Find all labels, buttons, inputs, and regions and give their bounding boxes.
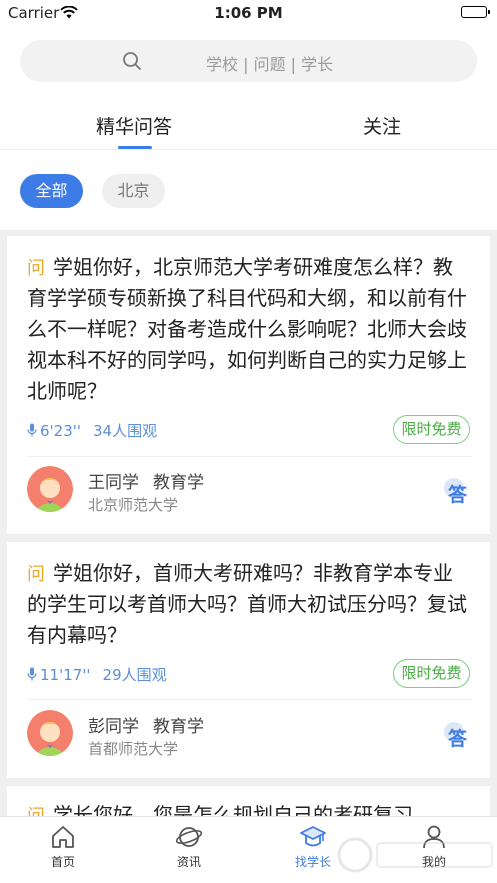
- microphone-icon: [27, 423, 37, 437]
- tab-bar-top: 精华问答 关注: [0, 106, 497, 150]
- question-meta: 6'23'' 34人围观: [27, 420, 157, 441]
- home-icon: [23, 823, 103, 851]
- answer-label: 答: [448, 484, 468, 506]
- user-school: 北京师范大学: [88, 496, 179, 514]
- question-text: 问学姐你好，北京师范大学考研难度怎么样？教育学学硕专硕新换了科目代码和大纲，和以…: [24, 252, 472, 407]
- microphone-icon: [27, 667, 37, 681]
- divider: [27, 699, 472, 700]
- question-meta: 11'17'' 29人围观: [27, 664, 167, 685]
- user-name-line: 彭同学 教育学: [88, 712, 204, 737]
- tabbar-item-home[interactable]: 首页: [23, 823, 103, 870]
- tabbar-item-news[interactable]: 资讯: [149, 823, 229, 870]
- search-placeholder: 学校 | 问题 | 学长: [206, 55, 334, 74]
- question-text: 问学姐你好，首师大考研难吗？非教育学本专业的学生可以考首师大吗？首师大初试压分吗…: [24, 558, 472, 651]
- free-badge: 限时免费: [393, 415, 470, 444]
- filter-beijing-chip[interactable]: 北京: [102, 174, 165, 208]
- answer-label: 答: [448, 728, 468, 750]
- free-badge: 限时免费: [393, 659, 470, 688]
- user-name: 王同学: [88, 473, 139, 493]
- question-badge: 问: [24, 255, 45, 279]
- watermark-logo: [335, 835, 497, 875]
- user-major: 教育学: [153, 473, 204, 493]
- search-icon: [122, 51, 142, 75]
- question-body: 学姐你好，北京师范大学考研难度怎么样？教育学学硕专硕新换了科目代码和大纲，和以前…: [27, 255, 467, 403]
- avatar[interactable]: [27, 710, 73, 756]
- tab-featured-qa[interactable]: 精华问答: [64, 112, 204, 139]
- divider: [27, 456, 472, 457]
- user-name: 彭同学: [88, 717, 139, 737]
- header: 学校 | 问题 | 学长 精华问答 关注: [0, 26, 497, 150]
- view-count: 29人围观: [102, 666, 167, 684]
- question-card[interactable]: 问学姐你好，首师大考研难吗？非教育学本专业的学生可以考首师大吗？首师大初试压分吗…: [7, 542, 490, 778]
- question-body: 学姐你好，首师大考研难吗？非教育学本专业的学生可以考首师大吗？首师大初试压分吗？…: [27, 561, 467, 647]
- filter-bar: 全部 北京: [0, 150, 497, 230]
- planet-icon: [149, 823, 229, 851]
- tabbar-label: 首页: [50, 855, 75, 869]
- battery-icon: [461, 6, 490, 18]
- status-bar: Carrier 1:06 PM: [0, 0, 497, 26]
- view-count: 34人围观: [93, 422, 158, 440]
- user-name-line: 王同学 教育学: [88, 468, 204, 493]
- tab-following[interactable]: 关注: [312, 112, 452, 139]
- answer-button[interactable]: 答: [444, 722, 472, 750]
- clock-label: 1:06 PM: [214, 4, 283, 22]
- user-school: 首都师范大学: [88, 740, 179, 758]
- user-major: 教育学: [153, 717, 204, 737]
- question-badge: 问: [24, 561, 45, 585]
- filter-all-chip[interactable]: 全部: [20, 174, 83, 208]
- audio-duration: 11'17'': [40, 666, 91, 684]
- avatar[interactable]: [27, 466, 73, 512]
- tabbar-label: 资讯: [176, 855, 201, 869]
- audio-duration: 6'23'': [40, 422, 82, 440]
- answer-button[interactable]: 答: [444, 478, 472, 506]
- question-card[interactable]: 问学姐你好，北京师范大学考研难度怎么样？教育学学硕专硕新换了科目代码和大纲，和以…: [7, 236, 490, 534]
- search-bar[interactable]: 学校 | 问题 | 学长: [20, 40, 477, 82]
